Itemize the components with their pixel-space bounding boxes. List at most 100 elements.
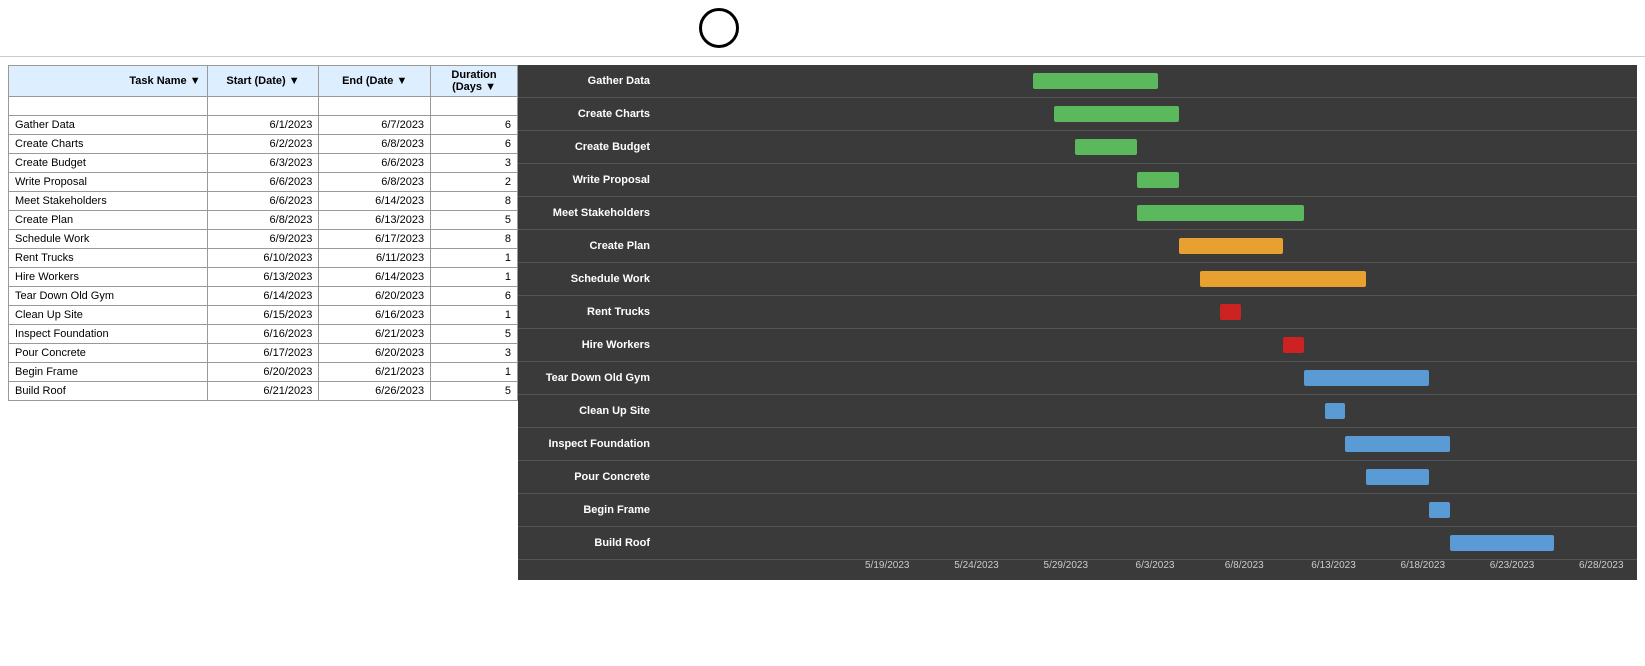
gantt-row: Meet Stakeholders xyxy=(518,197,1637,230)
table-row: Create Charts 6/2/2023 6/8/2023 6 xyxy=(9,135,518,154)
table-row: Gather Data 6/1/2023 6/7/2023 6 xyxy=(9,116,518,135)
x-axis-label: 5/19/2023 xyxy=(865,560,910,571)
table-row: Pour Concrete 6/17/2023 6/20/2023 3 xyxy=(9,344,518,363)
task-table: Task Name ▼ Start (Date) ▼ End (Date ▼ D… xyxy=(8,65,518,401)
gantt-bar xyxy=(1304,370,1429,386)
gantt-row: Begin Frame xyxy=(518,494,1637,527)
gantt-bar xyxy=(1137,205,1304,221)
x-axis-label: 5/29/2023 xyxy=(1044,560,1089,571)
task-start: 6/15/2023 xyxy=(207,306,319,325)
task-end: 6/20/2023 xyxy=(319,287,431,306)
table-row: Inspect Foundation 6/16/2023 6/21/2023 5 xyxy=(9,325,518,344)
task-dur: 3 xyxy=(431,344,518,363)
gantt-bar-area xyxy=(658,428,1637,460)
x-axis-label: 6/13/2023 xyxy=(1311,560,1356,571)
table-row: Clean Up Site 6/15/2023 6/16/2023 1 xyxy=(9,306,518,325)
gantt-task-label: Write Proposal xyxy=(518,174,658,186)
task-start: 6/13/2023 xyxy=(207,268,319,287)
task-end: 6/8/2023 xyxy=(319,173,431,192)
table-row: Create Plan 6/8/2023 6/13/2023 5 xyxy=(9,211,518,230)
x-axis-label: 6/3/2023 xyxy=(1136,560,1175,571)
gantt-row: Tear Down Old Gym xyxy=(518,362,1637,395)
gantt-bar-area xyxy=(658,98,1637,130)
brand-header xyxy=(699,8,747,48)
gantt-row: Hire Workers xyxy=(518,329,1637,362)
gantt-bar xyxy=(1283,337,1304,353)
task-dur: 1 xyxy=(431,249,518,268)
task-end: 6/20/2023 xyxy=(319,344,431,363)
task-name: Create Budget xyxy=(9,154,208,173)
x-axis-label: 5/24/2023 xyxy=(954,560,999,571)
col-header-task[interactable]: Task Name ▼ xyxy=(9,66,208,97)
gantt-bar xyxy=(1200,271,1367,287)
gantt-task-label: Begin Frame xyxy=(518,504,658,516)
gantt-row: Write Proposal xyxy=(518,164,1637,197)
task-dur: 6 xyxy=(431,135,518,154)
task-name: Inspect Foundation xyxy=(9,325,208,344)
task-dur: 5 xyxy=(431,211,518,230)
table-row: Rent Trucks 6/10/2023 6/11/2023 1 xyxy=(9,249,518,268)
task-dur: 5 xyxy=(431,382,518,401)
task-dur: 8 xyxy=(431,230,518,249)
gantt-bar-area xyxy=(658,263,1637,295)
task-start: 6/17/2023 xyxy=(207,344,319,363)
gantt-bar xyxy=(1220,304,1241,320)
task-start: 6/14/2023 xyxy=(207,287,319,306)
col-header-dur[interactable]: Duration (Days ▼ xyxy=(431,66,518,97)
task-name: Write Proposal xyxy=(9,173,208,192)
gantt-bar-area xyxy=(658,296,1637,328)
task-name: Rent Trucks xyxy=(9,249,208,268)
x-axis-label: 6/18/2023 xyxy=(1401,560,1446,571)
table-row: Tear Down Old Gym 6/14/2023 6/20/2023 6 xyxy=(9,287,518,306)
table-row: Write Proposal 6/6/2023 6/8/2023 2 xyxy=(9,173,518,192)
gantt-task-label: Inspect Foundation xyxy=(518,438,658,450)
gantt-task-label: Build Roof xyxy=(518,537,658,549)
gantt-bar xyxy=(1345,436,1449,452)
gantt-row: Create Budget xyxy=(518,131,1637,164)
task-end: 6/14/2023 xyxy=(319,268,431,287)
task-end: 6/16/2023 xyxy=(319,306,431,325)
task-start: 6/2/2023 xyxy=(207,135,319,154)
task-start: 6/10/2023 xyxy=(207,249,319,268)
gantt-bar-area xyxy=(658,461,1637,493)
task-start: 6/21/2023 xyxy=(207,382,319,401)
task-name: Meet Stakeholders xyxy=(9,192,208,211)
page-header xyxy=(0,0,1645,57)
gantt-bar xyxy=(1137,172,1179,188)
task-dur: 1 xyxy=(431,363,518,382)
gantt-bar-area xyxy=(658,164,1637,196)
col-header-start[interactable]: Start (Date) ▼ xyxy=(207,66,319,97)
task-name: Create Charts xyxy=(9,135,208,154)
table-row: Build Roof 6/21/2023 6/26/2023 5 xyxy=(9,382,518,401)
gantt-row: Create Plan xyxy=(518,230,1637,263)
gantt-bar xyxy=(1366,469,1428,485)
gantt-task-label: Create Charts xyxy=(518,108,658,120)
task-name: Schedule Work xyxy=(9,230,208,249)
table-row: Meet Stakeholders 6/6/2023 6/14/2023 8 xyxy=(9,192,518,211)
table-row: Begin Frame 6/20/2023 6/21/2023 1 xyxy=(9,363,518,382)
gantt-task-label: Meet Stakeholders xyxy=(518,207,658,219)
gantt-row: Rent Trucks xyxy=(518,296,1637,329)
task-name: Hire Workers xyxy=(9,268,208,287)
gantt-bar xyxy=(1429,502,1450,518)
gantt-bar xyxy=(1033,73,1158,89)
table-row: Hire Workers 6/13/2023 6/14/2023 1 xyxy=(9,268,518,287)
col-header-end[interactable]: End (Date ▼ xyxy=(319,66,431,97)
task-end: 6/14/2023 xyxy=(319,192,431,211)
task-name: Begin Frame xyxy=(9,363,208,382)
gantt-task-label: Tear Down Old Gym xyxy=(518,372,658,384)
task-table-section: Task Name ▼ Start (Date) ▼ End (Date ▼ D… xyxy=(8,65,518,580)
gantt-bar xyxy=(1179,238,1283,254)
task-end: 6/13/2023 xyxy=(319,211,431,230)
task-dur: 1 xyxy=(431,306,518,325)
gantt-rows: Gather DataCreate ChartsCreate BudgetWri… xyxy=(518,65,1637,560)
gantt-bar-area xyxy=(658,395,1637,427)
task-dur: 5 xyxy=(431,325,518,344)
gantt-bar-area xyxy=(658,494,1637,526)
task-dur: 8 xyxy=(431,192,518,211)
task-start: 6/6/2023 xyxy=(207,173,319,192)
gantt-bar-area xyxy=(658,197,1637,229)
task-dur: 1 xyxy=(431,268,518,287)
gantt-task-label: Rent Trucks xyxy=(518,306,658,318)
task-end: 6/6/2023 xyxy=(319,154,431,173)
